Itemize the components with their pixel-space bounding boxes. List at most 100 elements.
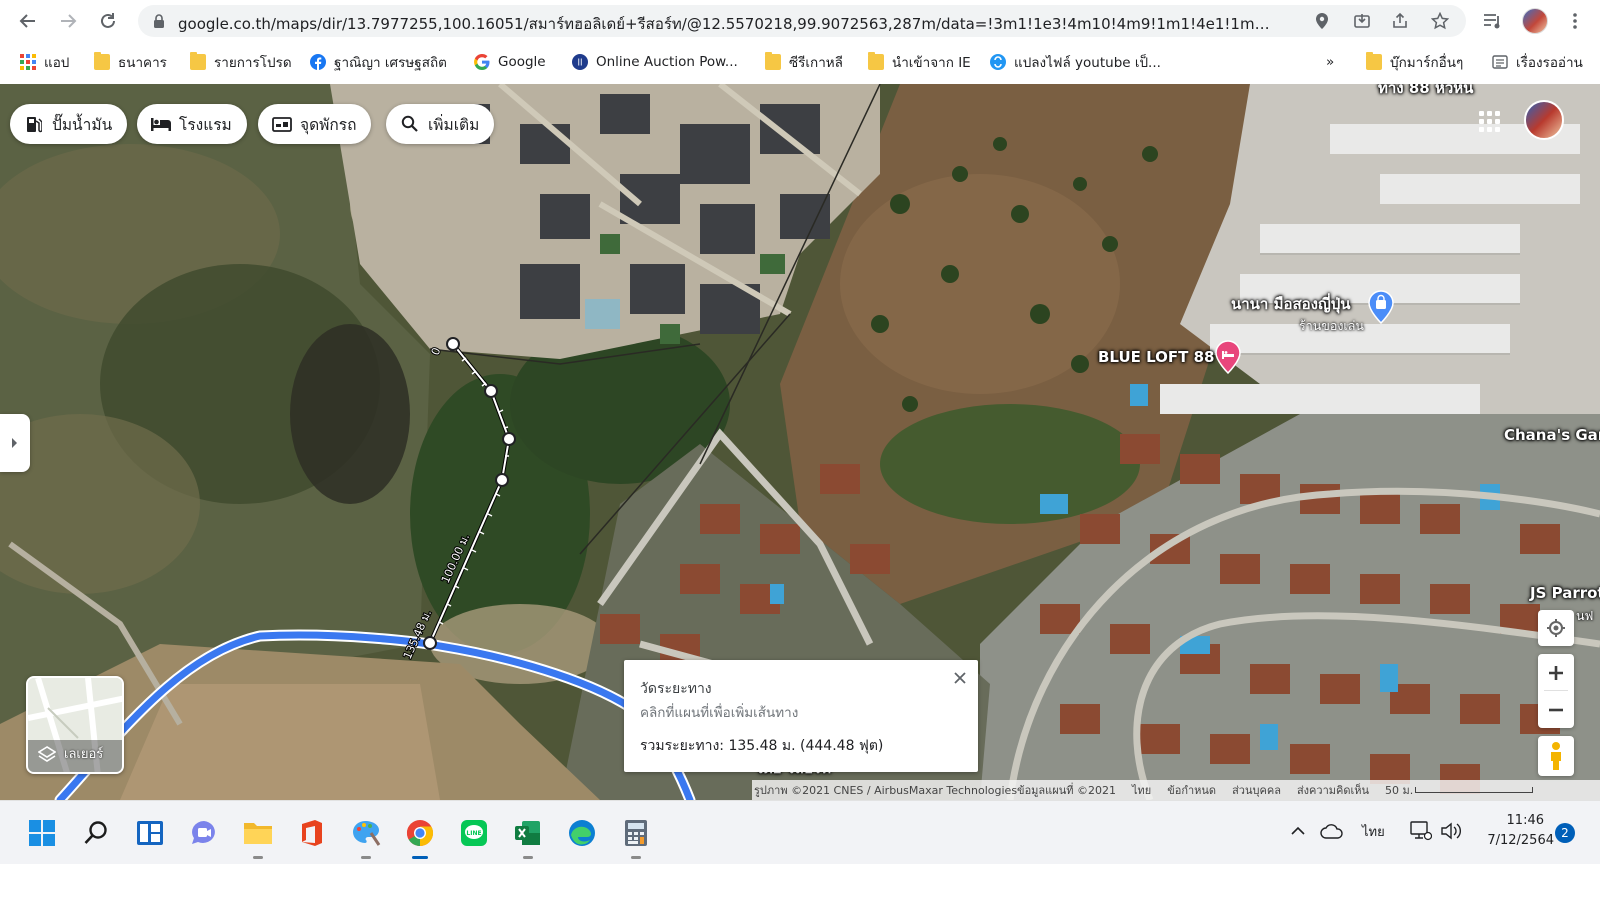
install-app-icon[interactable]: [1353, 12, 1371, 30]
share-icon[interactable]: [1391, 12, 1409, 30]
file-explorer-button[interactable]: [240, 815, 276, 859]
show-hidden-icons-button[interactable]: [1290, 823, 1310, 843]
layers-icon: [38, 746, 56, 762]
chip-rest-stop[interactable]: จุดพักรถ: [258, 104, 372, 144]
teams-chat-button[interactable]: [186, 815, 222, 851]
satellite-map[interactable]: 0 100.00 ม. 135.48 ม. ปั๊มน้ำมัน โรงแรม …: [0, 84, 1600, 800]
privacy-link[interactable]: ส่วนบุคคล: [1232, 781, 1281, 799]
chip-hotel[interactable]: โรงแรม: [137, 104, 247, 144]
profile-avatar[interactable]: [1522, 8, 1548, 34]
place-label-nana[interactable]: นานา มือสองญี่ปุ่น: [1231, 292, 1351, 316]
chrome-button[interactable]: [402, 815, 438, 859]
back-button[interactable]: [16, 9, 40, 33]
terms-link[interactable]: ข้อกำหนด: [1167, 781, 1216, 799]
measure-total-distance: รวมระยะทาง: 135.48 ม. (444.48 ฟุต): [640, 738, 884, 754]
layers-button[interactable]: เลเยอร์: [26, 676, 124, 774]
bookmark-star-icon[interactable]: [1431, 12, 1449, 30]
map-attribution-bar: รูปภาพ ©2021 CNES / AirbusMaxar Technolo…: [752, 780, 1600, 800]
clock-date[interactable]: 7/12/2564: [1478, 833, 1554, 848]
hotel-pin-icon[interactable]: [1215, 340, 1241, 374]
side-panel-toggle[interactable]: [0, 414, 30, 472]
bookmark-folder-bank[interactable]: ธนาคาร: [94, 51, 167, 73]
bookmark-online-auction[interactable]: ll Online Auction Pow...: [572, 51, 738, 73]
bookmark-google[interactable]: Google: [474, 51, 546, 73]
shopping-bag-pin-icon[interactable]: [1368, 290, 1394, 324]
notification-badge[interactable]: 2: [1555, 823, 1575, 843]
input-language[interactable]: ไทย: [1362, 821, 1385, 842]
measure-point[interactable]: [423, 636, 437, 650]
browser-toolbar: google.co.th/maps/dir/13.7977255,100.160…: [0, 0, 1600, 42]
account-avatar[interactable]: [1524, 100, 1564, 140]
bookmark-facebook[interactable]: ฐาณิญา เศรษฐสถิต: [310, 51, 447, 73]
reading-list-button[interactable]: [1480, 8, 1506, 34]
place-label[interactable]: ทาง 88 หัวหิน: [1378, 84, 1473, 100]
chat-icon: [192, 821, 215, 844]
browser-menu-button[interactable]: [1562, 8, 1588, 34]
office-button[interactable]: [294, 815, 330, 851]
bookmarks-overflow-button[interactable]: »: [1326, 51, 1334, 73]
line-button[interactable]: LINE: [456, 815, 492, 851]
zoom-in-button[interactable]: [1538, 654, 1574, 691]
lock-icon[interactable]: [150, 12, 168, 30]
measure-distance-card: วัดระยะทาง คลิกที่แผนที่เพื่อเพิ่มเส้นทา…: [624, 660, 978, 772]
bookmark-folder-korean-series[interactable]: ซีรีเกาหลี: [765, 51, 843, 73]
auction-icon: ll: [572, 54, 588, 70]
clock-time[interactable]: 11:46: [1484, 813, 1544, 828]
bookmark-label: รายการโปรด: [214, 55, 292, 71]
chip-more[interactable]: เพิ่มเติม: [386, 104, 495, 144]
taskbar-search-button[interactable]: [78, 815, 114, 851]
converter-icon: [990, 54, 1006, 70]
scale-bar[interactable]: [1415, 787, 1534, 793]
bookmark-folder-other[interactable]: บุ๊กมาร์กอื่นๆ: [1366, 51, 1463, 73]
calculator-button[interactable]: [618, 815, 654, 859]
measure-close-button[interactable]: [950, 668, 970, 688]
measure-point[interactable]: [502, 432, 516, 446]
scale-label[interactable]: 50 ม.: [1385, 781, 1413, 799]
measure-point[interactable]: [495, 473, 509, 487]
search-icon: [400, 114, 420, 134]
place-label-blue-loft[interactable]: BLUE LOFT 88: [1098, 348, 1214, 366]
measure-point[interactable]: [484, 384, 498, 398]
task-view-button[interactable]: [132, 815, 168, 851]
pegman-icon: [1551, 742, 1561, 770]
place-label-chanas-garden[interactable]: Chana's Gar: [1504, 426, 1600, 444]
measure-point[interactable]: [446, 337, 460, 351]
place-label-js-parrot[interactable]: JS Parrot: [1530, 584, 1600, 602]
feedback-link[interactable]: ส่งความคิดเห็น: [1297, 781, 1369, 799]
forward-button[interactable]: [56, 9, 80, 33]
paint-button[interactable]: [348, 815, 384, 859]
network-button[interactable]: [1410, 821, 1434, 845]
chip-gas-station[interactable]: ปั๊มน้ำมัน: [10, 104, 128, 144]
folder-icon: [1366, 52, 1382, 70]
bookmark-folder-ie-import[interactable]: นำเข้าจาก IE: [868, 51, 971, 73]
excel-button[interactable]: [510, 815, 546, 859]
chip-label: โรงแรม: [179, 115, 232, 134]
language-link[interactable]: ไทย: [1132, 781, 1151, 799]
folder-icon: [868, 52, 884, 70]
edge-button[interactable]: [564, 815, 600, 851]
active-indicator: [412, 856, 428, 859]
reload-button[interactable]: [96, 9, 120, 33]
bookmark-folder-favorites[interactable]: รายการโปรด: [190, 51, 292, 73]
folder-icon: [765, 52, 781, 70]
running-indicator: [361, 856, 371, 859]
bookmark-label: แปลงไฟล์ youtube เป็...: [1014, 55, 1161, 71]
bottom-strip: [0, 864, 1600, 900]
onedrive-button[interactable]: [1320, 823, 1344, 843]
bookmark-youtube-converter[interactable]: แปลงไฟล์ youtube เป็...: [990, 51, 1161, 73]
reading-list[interactable]: เรื่องรออ่าน: [1492, 51, 1583, 73]
windows-logo-icon: [29, 820, 55, 846]
chip-label: จุดพักรถ: [300, 115, 357, 134]
bookmark-label: ฐาณิญา เศรษฐสถิต: [334, 55, 447, 71]
zoom-out-button[interactable]: [1538, 691, 1574, 728]
street-view-pegman[interactable]: [1538, 736, 1574, 776]
volume-button[interactable]: [1440, 821, 1464, 845]
location-pin-icon[interactable]: [1313, 12, 1331, 30]
url-text[interactable]: google.co.th/maps/dir/13.7977255,100.160…: [178, 12, 1278, 36]
my-location-button[interactable]: [1538, 610, 1574, 646]
address-bar[interactable]: google.co.th/maps/dir/13.7977255,100.160…: [138, 5, 1466, 37]
google-apps-icon[interactable]: [1476, 108, 1502, 134]
start-button[interactable]: [24, 815, 60, 851]
bookmark-apps[interactable]: แอป: [20, 51, 69, 73]
bookmark-label: Google: [498, 54, 546, 70]
